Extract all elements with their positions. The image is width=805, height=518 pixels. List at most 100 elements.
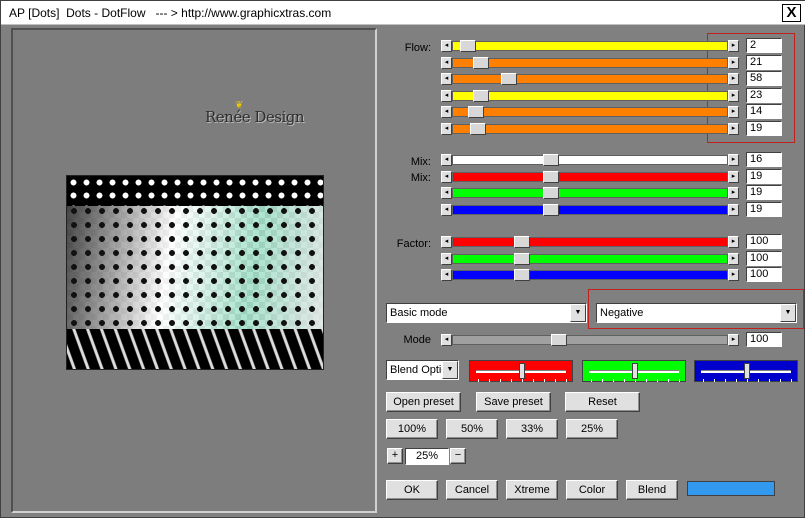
flow-slider-3-value[interactable]: 58	[746, 71, 782, 86]
slider-thumb[interactable]	[468, 106, 484, 118]
slider-thumb[interactable]	[543, 170, 559, 183]
slider-thumb[interactable]	[543, 203, 559, 216]
zoom-33-button[interactable]: 33%	[506, 419, 558, 439]
channel-swatch-1[interactable]	[469, 360, 573, 382]
arrow-right-icon[interactable]: ▸	[728, 89, 739, 102]
zoom-25-button[interactable]: 25%	[566, 419, 618, 439]
xtreme-button[interactable]: Xtreme	[506, 480, 558, 500]
arrow-left-icon[interactable]: ◂	[441, 73, 452, 85]
arrow-left-icon[interactable]: ◂	[441, 170, 452, 183]
arrow-left-icon[interactable]: ◂	[441, 40, 452, 52]
mode-slider-value[interactable]: 100	[746, 332, 782, 347]
chevron-down-icon[interactable]: ▼	[570, 304, 586, 322]
arrow-left-icon[interactable]: ◂	[441, 154, 452, 166]
swatch-knob[interactable]	[519, 363, 525, 379]
slider-thumb[interactable]	[501, 73, 517, 85]
zoom-100-button[interactable]: 100%	[386, 419, 438, 439]
color-button[interactable]: Color	[566, 480, 618, 500]
mode-slider[interactable]: ◂ ▸	[441, 334, 739, 346]
flow-slider-2[interactable]: ◂ ▸	[441, 56, 739, 69]
slider-thumb[interactable]	[543, 154, 559, 166]
slider-thumb[interactable]	[543, 187, 559, 199]
arrow-right-icon[interactable]: ▸	[728, 154, 739, 166]
arrow-left-icon[interactable]: ◂	[441, 269, 452, 281]
flow-slider-2-value[interactable]: 21	[746, 54, 782, 70]
cancel-button[interactable]: Cancel	[446, 480, 498, 500]
mix-slider-1-value[interactable]: 16	[746, 152, 782, 167]
preview-image[interactable]	[66, 175, 324, 370]
arrow-left-icon[interactable]: ◂	[441, 334, 452, 346]
blend-button[interactable]: Blend	[626, 480, 678, 500]
swatch-knob[interactable]	[632, 363, 638, 379]
arrow-left-icon[interactable]: ◂	[441, 236, 452, 248]
slider-thumb[interactable]	[473, 56, 489, 69]
reset-button[interactable]: Reset	[565, 392, 640, 412]
chevron-down-icon[interactable]: ▼	[442, 361, 458, 379]
arrow-left-icon[interactable]: ◂	[441, 122, 452, 135]
factor-slider-2-value[interactable]: 100	[746, 250, 782, 266]
slider-thumb[interactable]	[514, 236, 530, 248]
slider-thumb[interactable]	[470, 122, 486, 135]
swatch-tick	[500, 379, 501, 382]
channel-swatch-3[interactable]	[694, 360, 798, 382]
swatch-knob[interactable]	[744, 363, 750, 379]
zoom-50-button[interactable]: 50%	[446, 419, 498, 439]
mix-slider-1[interactable]: ◂ ▸	[441, 154, 739, 166]
flow-slider-6-value[interactable]: 19	[746, 120, 782, 136]
flow-slider-4[interactable]: ◂ ▸	[441, 89, 739, 102]
mix-slider-4[interactable]: ◂ ▸	[441, 203, 739, 216]
arrow-right-icon[interactable]: ▸	[728, 187, 739, 199]
arrow-right-icon[interactable]: ▸	[728, 106, 739, 118]
mix-slider-2[interactable]: ◂ ▸	[441, 170, 739, 183]
save-preset-button[interactable]: Save preset	[476, 392, 551, 412]
flow-slider-1[interactable]: ◂ ▸	[441, 40, 739, 52]
slider-thumb[interactable]	[514, 269, 530, 281]
slider-thumb[interactable]	[551, 334, 567, 346]
slider-thumb[interactable]	[473, 89, 489, 102]
zoom-in-button[interactable]: +	[387, 448, 403, 464]
channel-swatch-2[interactable]	[582, 360, 686, 382]
factor-slider-3-value[interactable]: 100	[746, 267, 782, 282]
flow-slider-4-value[interactable]: 23	[746, 87, 782, 103]
slider-thumb[interactable]	[514, 252, 530, 265]
arrow-right-icon[interactable]: ▸	[728, 269, 739, 281]
arrow-left-icon[interactable]: ◂	[441, 56, 452, 69]
close-button[interactable]: X	[782, 4, 801, 22]
ok-button[interactable]: OK	[386, 480, 438, 500]
arrow-right-icon[interactable]: ▸	[728, 334, 739, 346]
arrow-left-icon[interactable]: ◂	[441, 203, 452, 216]
mode-select[interactable]: Basic mode ▼	[386, 303, 587, 323]
arrow-right-icon[interactable]: ▸	[728, 252, 739, 265]
arrow-right-icon[interactable]: ▸	[728, 203, 739, 216]
arrow-right-icon[interactable]: ▸	[728, 40, 739, 52]
arrow-right-icon[interactable]: ▸	[728, 170, 739, 183]
mix-slider-3[interactable]: ◂ ▸	[441, 187, 739, 199]
arrow-left-icon[interactable]: ◂	[441, 106, 452, 118]
mix-slider-4-value[interactable]: 19	[746, 201, 782, 217]
blend-options-select[interactable]: Blend Optio ▼	[386, 360, 459, 380]
arrow-left-icon[interactable]: ◂	[441, 89, 452, 102]
flow-slider-5-value[interactable]: 14	[746, 104, 782, 119]
zoom-out-button[interactable]: −	[450, 448, 466, 464]
mix-slider-3-value[interactable]: 19	[746, 185, 782, 200]
zoom-value-field[interactable]: 25%	[405, 448, 449, 465]
flow-slider-1-value[interactable]: 2	[746, 38, 782, 53]
flow-slider-6[interactable]: ◂ ▸	[441, 122, 739, 135]
factor-slider-2[interactable]: ◂ ▸	[441, 252, 739, 265]
flow-slider-5[interactable]: ◂ ▸	[441, 106, 739, 118]
arrow-left-icon[interactable]: ◂	[441, 252, 452, 265]
swatch-tick	[725, 379, 726, 382]
arrow-right-icon[interactable]: ▸	[728, 236, 739, 248]
flow-slider-3[interactable]: ◂ ▸	[441, 73, 739, 85]
mix-slider-2-value[interactable]: 19	[746, 168, 782, 184]
factor-slider-1-value[interactable]: 100	[746, 234, 782, 249]
arrow-left-icon[interactable]: ◂	[441, 187, 452, 199]
arrow-right-icon[interactable]: ▸	[728, 122, 739, 135]
color-preview-bar[interactable]	[687, 481, 775, 496]
open-preset-button[interactable]: Open preset	[386, 392, 461, 412]
slider-thumb[interactable]	[460, 40, 476, 52]
arrow-right-icon[interactable]: ▸	[728, 73, 739, 85]
factor-slider-1[interactable]: ◂ ▸	[441, 236, 739, 248]
factor-slider-3[interactable]: ◂ ▸	[441, 269, 739, 281]
arrow-right-icon[interactable]: ▸	[728, 56, 739, 69]
